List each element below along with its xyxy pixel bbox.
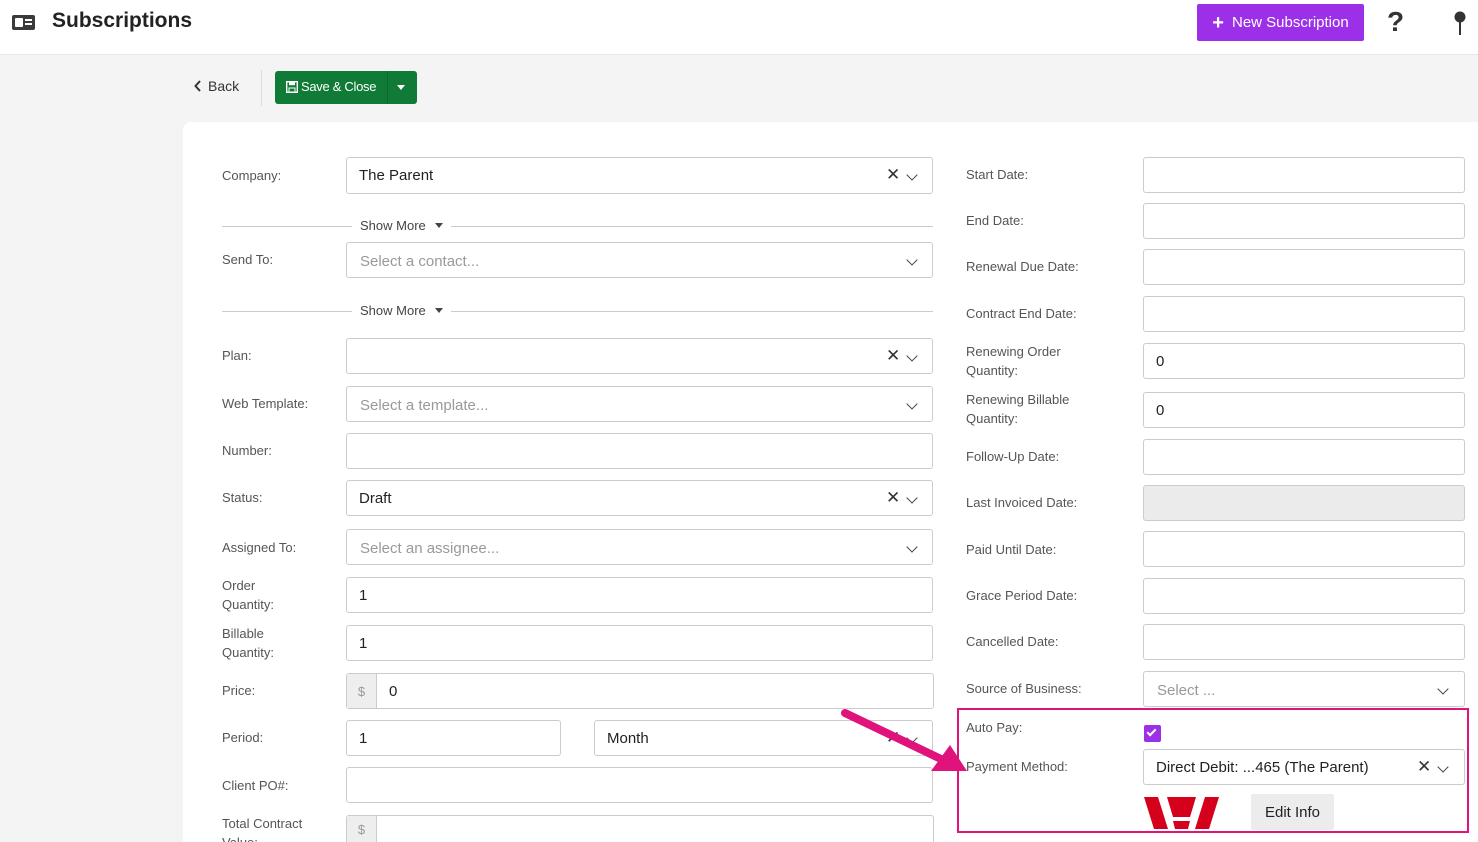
show-more-company[interactable]: Show More: [222, 216, 933, 236]
save-close-button[interactable]: Save & Close: [275, 71, 417, 104]
start-date-input[interactable]: [1143, 157, 1465, 193]
toolbar-divider: [261, 70, 262, 106]
web-template-placeholder: Select a template...: [360, 397, 489, 414]
order-quantity-value: 1: [359, 587, 368, 604]
source-of-business-select[interactable]: Select ...: [1143, 671, 1465, 707]
send-to-select[interactable]: Select a contact...: [346, 242, 933, 278]
currency-addon: $: [347, 816, 377, 842]
start-date-label: Start Date:: [966, 167, 1029, 182]
price-label: Price:: [222, 683, 256, 698]
show-more-label: Show More: [360, 218, 426, 233]
web-template-select[interactable]: Select a template...: [346, 386, 933, 422]
status-select[interactable]: Draft ✕: [346, 480, 933, 516]
number-label: Number:: [222, 443, 272, 458]
end-date-input[interactable]: [1143, 203, 1465, 239]
clear-icon[interactable]: ✕: [886, 165, 900, 185]
assigned-to-select[interactable]: Select an assignee...: [346, 529, 933, 565]
grace-period-date-label: Grace Period Date:: [966, 588, 1078, 603]
caret-down-icon: [435, 223, 443, 228]
last-invoiced-date-label: Last Invoiced Date:: [966, 495, 1078, 510]
period-count-value: 1: [359, 730, 368, 747]
plus-icon: +: [1212, 11, 1224, 34]
paid-until-date-input[interactable]: [1143, 531, 1465, 567]
page-title: Subscriptions: [52, 9, 193, 32]
save-split-divider: [387, 71, 388, 104]
floppy-disk-icon: [286, 80, 298, 93]
plan-select[interactable]: ✕: [346, 338, 933, 374]
source-of-business-placeholder: Select ...: [1157, 682, 1216, 699]
help-icon[interactable]: ?: [1387, 6, 1404, 38]
contract-end-date-label: Contract End Date:: [966, 306, 1077, 321]
currency-addon: $: [347, 674, 377, 708]
web-template-label: Web Template:: [222, 396, 309, 411]
period-count-input[interactable]: 1: [346, 720, 561, 756]
cancelled-date-input[interactable]: [1143, 624, 1465, 660]
status-value: Draft: [359, 490, 392, 507]
pin-icon[interactable]: [1452, 11, 1468, 37]
send-to-placeholder: Select a contact...: [360, 253, 480, 270]
follow-up-date-input[interactable]: [1143, 439, 1465, 475]
plan-label: Plan:: [222, 348, 252, 363]
top-bar: Subscriptions + New Subscription ?: [0, 0, 1478, 55]
renewing-order-quantity-value: 0: [1156, 353, 1165, 370]
back-label: Back: [208, 78, 240, 94]
price-value: 0: [389, 683, 398, 700]
assigned-to-label: Assigned To:: [222, 540, 297, 555]
total-contract-value-input[interactable]: $: [346, 815, 934, 842]
new-subscription-label: New Subscription: [1231, 14, 1349, 31]
renewing-billable-quantity-label: Renewing Billable Quantity:: [966, 392, 1070, 426]
grace-period-date-input[interactable]: [1143, 578, 1465, 614]
chevron-down-icon[interactable]: [906, 398, 918, 410]
clear-icon[interactable]: ✕: [886, 346, 900, 366]
billable-quantity-value: 1: [359, 635, 368, 652]
client-po-label: Client PO#:: [222, 778, 289, 793]
pink-arrow-annotation: [841, 709, 967, 771]
company-select[interactable]: The Parent ✕: [346, 157, 933, 194]
period-unit-value: Month: [607, 730, 649, 747]
renewal-due-date-input[interactable]: [1143, 249, 1465, 285]
company-value: The Parent: [359, 167, 434, 184]
subscriptions-card-icon: [12, 15, 35, 30]
end-date-label: End Date:: [966, 213, 1024, 228]
save-dropdown-caret-icon[interactable]: [397, 85, 405, 90]
price-input[interactable]: $ 0: [346, 673, 934, 709]
number-input[interactable]: [346, 433, 933, 469]
last-invoiced-date-input: [1143, 485, 1465, 521]
cancelled-date-label: Cancelled Date:: [966, 634, 1059, 649]
total-contract-value-label: Total Contract Value:: [222, 816, 303, 842]
source-of-business-label: Source of Business:: [966, 681, 1082, 696]
send-to-label: Send To:: [222, 252, 274, 267]
renewing-order-quantity-label: Renewing Order Quantity:: [966, 344, 1061, 378]
show-more-send-to[interactable]: Show More: [222, 301, 933, 321]
chevron-down-icon[interactable]: [906, 350, 918, 362]
renewing-billable-quantity-value: 0: [1156, 402, 1165, 419]
chevron-down-icon[interactable]: [906, 492, 918, 504]
caret-down-icon: [435, 308, 443, 313]
billable-quantity-input[interactable]: 1: [346, 625, 933, 661]
save-close-label: Save & Close: [301, 79, 377, 94]
chevron-down-icon[interactable]: [1437, 683, 1449, 695]
renewal-due-date-label: Renewal Due Date:: [966, 259, 1079, 274]
follow-up-date-label: Follow-Up Date:: [966, 449, 1060, 464]
new-subscription-button[interactable]: + New Subscription: [1197, 4, 1364, 41]
assigned-to-placeholder: Select an assignee...: [360, 540, 500, 557]
chevron-down-icon[interactable]: [906, 254, 918, 266]
clear-icon[interactable]: ✕: [886, 488, 900, 508]
back-button[interactable]: Back: [194, 78, 239, 94]
highlight-box: [957, 708, 1469, 833]
contract-end-date-input[interactable]: [1143, 296, 1465, 332]
status-label: Status:: [222, 490, 263, 505]
chevron-down-icon[interactable]: [906, 541, 918, 553]
chevron-down-icon[interactable]: [906, 169, 918, 181]
chevron-left-icon: [194, 80, 201, 92]
order-quantity-label: Order Quantity:: [222, 578, 275, 612]
renewing-order-quantity-input[interactable]: 0: [1143, 343, 1465, 379]
paid-until-date-label: Paid Until Date:: [966, 542, 1057, 557]
renewing-billable-quantity-input[interactable]: 0: [1143, 392, 1465, 428]
company-label: Company:: [222, 168, 282, 183]
show-more-label: Show More: [360, 303, 426, 318]
billable-quantity-label: Billable Quantity:: [222, 626, 275, 660]
order-quantity-input[interactable]: 1: [346, 577, 933, 613]
period-label: Period:: [222, 730, 264, 745]
